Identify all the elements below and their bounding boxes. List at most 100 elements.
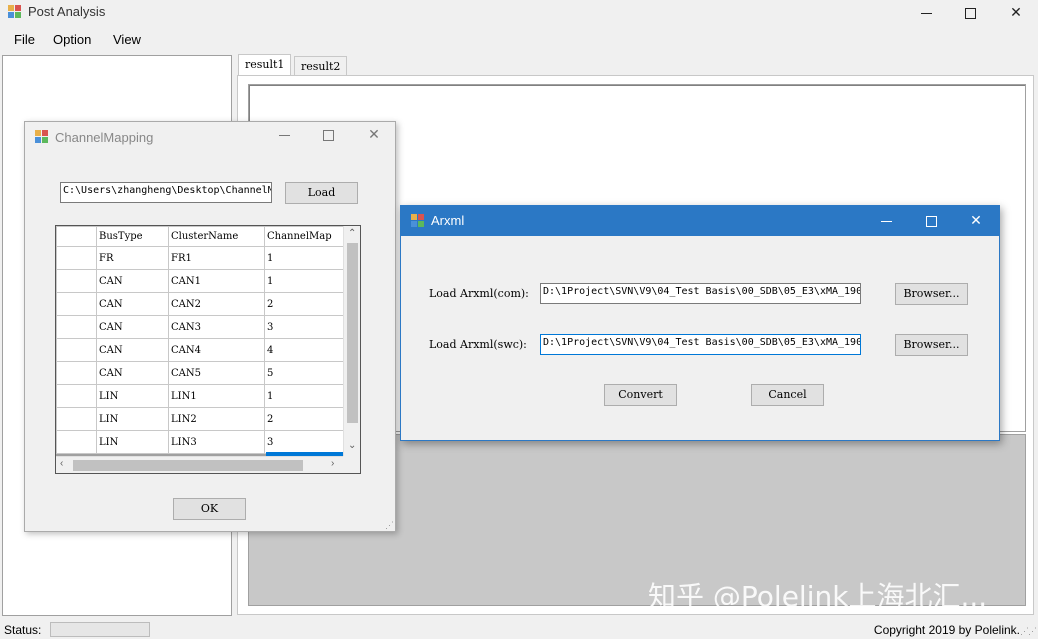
menu-view[interactable]: View xyxy=(113,32,141,47)
cell-clustername[interactable]: LIN1 xyxy=(168,384,265,408)
row-header[interactable] xyxy=(56,384,97,408)
ok-button[interactable]: OK xyxy=(173,498,246,520)
row-header[interactable] xyxy=(56,430,97,454)
dialog-resize-grip-icon[interactable]: ⋰ xyxy=(385,520,394,531)
resize-grip-icon[interactable]: ⋰⋰ xyxy=(1020,626,1037,637)
column-header-channelmap[interactable]: ChannelMap xyxy=(264,226,345,247)
tab-result2[interactable]: result2 xyxy=(294,56,348,76)
close-button[interactable]: ✕ xyxy=(993,0,1038,26)
row-header[interactable] xyxy=(56,292,97,316)
menu-option[interactable]: Option xyxy=(53,32,91,47)
minimize-icon xyxy=(880,220,892,222)
copyright-text: Copyright 2019 by Polelink. xyxy=(873,623,1020,637)
cell-channelmap[interactable]: 4 xyxy=(264,338,345,362)
cell-bustype[interactable]: CAN xyxy=(96,292,169,316)
arxml-maximize-button[interactable] xyxy=(908,208,954,234)
load-arxml-swc-label: Load Arxml(swc): xyxy=(429,338,527,351)
convert-button[interactable]: Convert xyxy=(604,384,677,406)
table-row[interactable]: LIN LIN1 1 xyxy=(56,384,345,408)
load-button[interactable]: Load xyxy=(285,182,358,204)
channel-map-grid[interactable]: BusType ClusterName ChannelMap FR FR1 1 CA… xyxy=(55,225,361,474)
channel-mapping-title: ChannelMapping xyxy=(55,130,154,145)
channel-mapping-dialog: ChannelMapping ✕ C:\Users\zhangheng\Desk… xyxy=(24,121,396,532)
maximize-button[interactable] xyxy=(947,0,993,26)
cell-clustername[interactable]: LIN3 xyxy=(168,430,265,454)
column-header-clustername[interactable]: ClusterName xyxy=(168,226,265,247)
arxml-title: Arxml xyxy=(431,213,465,228)
cell-bustype[interactable]: CAN xyxy=(96,338,169,362)
cell-bustype[interactable]: FR xyxy=(96,246,169,270)
browse-com-button[interactable]: Browser... xyxy=(895,283,968,305)
horizontal-scrollbar[interactable]: ‹ › xyxy=(56,456,345,473)
row-header[interactable] xyxy=(56,315,97,339)
load-arxml-com-label: Load Arxml(com): xyxy=(429,287,529,300)
scroll-right-icon[interactable]: › xyxy=(331,458,334,469)
scroll-up-icon[interactable]: ⌃ xyxy=(348,228,356,239)
cell-clustername[interactable]: LIN2 xyxy=(168,407,265,431)
minimize-button[interactable] xyxy=(903,0,949,26)
arxml-dialog: Arxml ✕ Load Arxml(com): D:\1Project\SVN… xyxy=(400,205,1000,441)
close-icon: ✕ xyxy=(970,212,982,228)
cell-channelmap[interactable]: 1 xyxy=(264,384,345,408)
channel-path-input[interactable]: C:\Users\zhangheng\Desktop\ChannelM xyxy=(60,182,272,203)
table-row[interactable]: CAN CAN2 2 xyxy=(56,292,345,316)
cell-clustername[interactable]: CAN4 xyxy=(168,338,265,362)
cell-clustername[interactable]: CAN2 xyxy=(168,292,265,316)
cell-channelmap[interactable]: 3 xyxy=(264,430,345,454)
maximize-icon xyxy=(925,215,937,227)
table-row[interactable]: LIN LIN2 2 xyxy=(56,407,345,431)
table-row[interactable]: CAN CAN1 1 xyxy=(56,269,345,293)
cm-maximize-button[interactable] xyxy=(305,122,351,148)
close-icon: ✕ xyxy=(368,126,380,142)
cell-channelmap[interactable]: 2 xyxy=(264,292,345,316)
cell-channelmap[interactable]: 2 xyxy=(264,407,345,431)
dialog-app-icon xyxy=(35,130,49,144)
table-row[interactable]: LIN LIN3 3 xyxy=(56,430,345,454)
cell-channelmap[interactable]: 5 xyxy=(264,361,345,385)
browse-swc-button[interactable]: Browser... xyxy=(895,334,968,356)
tab-result1[interactable]: result1 xyxy=(238,54,292,77)
row-header[interactable] xyxy=(56,246,97,270)
table-row[interactable]: FR FR1 1 xyxy=(56,246,345,270)
cell-clustername[interactable]: CAN1 xyxy=(168,269,265,293)
cell-clustername[interactable]: CAN3 xyxy=(168,315,265,339)
maximize-icon xyxy=(964,7,976,19)
scroll-corner xyxy=(343,456,360,473)
vertical-scrollbar[interactable]: ⌃ ⌄ xyxy=(343,226,360,457)
cm-minimize-button[interactable] xyxy=(261,122,307,148)
close-icon: ✕ xyxy=(1010,4,1022,20)
scroll-left-icon[interactable]: ‹ xyxy=(60,458,63,469)
row-header[interactable] xyxy=(56,338,97,362)
row-header[interactable] xyxy=(56,269,97,293)
cancel-button[interactable]: Cancel xyxy=(751,384,824,406)
table-row[interactable]: CAN CAN5 5 xyxy=(56,361,345,385)
table-row[interactable]: CAN CAN4 4 xyxy=(56,338,345,362)
table-row[interactable]: CAN CAN3 3 xyxy=(56,315,345,339)
cell-clustername[interactable]: CAN5 xyxy=(168,361,265,385)
column-header-bustype[interactable]: BusType xyxy=(96,226,169,247)
cell-bustype[interactable]: CAN xyxy=(96,361,169,385)
scroll-down-icon[interactable]: ⌄ xyxy=(348,440,356,451)
cell-bustype[interactable]: LIN xyxy=(96,430,169,454)
horizontal-scroll-thumb[interactable] xyxy=(73,460,303,471)
vertical-scroll-thumb[interactable] xyxy=(347,243,358,423)
cell-channelmap[interactable]: 1 xyxy=(264,269,345,293)
row-header[interactable] xyxy=(56,407,97,431)
cell-bustype[interactable]: LIN xyxy=(96,384,169,408)
cm-close-button[interactable]: ✕ xyxy=(351,122,397,148)
cell-bustype[interactable]: LIN xyxy=(96,407,169,431)
cell-bustype[interactable]: CAN xyxy=(96,315,169,339)
watermark-text: 知乎 @Polelink上海北汇... xyxy=(648,580,988,613)
row-header[interactable] xyxy=(56,361,97,385)
menu-file[interactable]: File xyxy=(14,32,35,47)
menubar: File Option View xyxy=(0,28,1038,52)
cell-channelmap[interactable]: 3 xyxy=(264,315,345,339)
arxml-close-button[interactable]: ✕ xyxy=(953,208,999,234)
cell-channelmap[interactable]: 1 xyxy=(264,246,345,270)
cell-clustername[interactable]: FR1 xyxy=(168,246,265,270)
table-header-row: BusType ClusterName ChannelMap xyxy=(56,226,345,247)
arxml-minimize-button[interactable] xyxy=(863,208,909,234)
cell-bustype[interactable]: CAN xyxy=(96,269,169,293)
arxml-com-path-input[interactable]: D:\1Project\SVN\V9\04_Test Basis\00_SDB\… xyxy=(540,283,861,304)
arxml-swc-path-input[interactable]: D:\1Project\SVN\V9\04_Test Basis\00_SDB\… xyxy=(540,334,861,355)
